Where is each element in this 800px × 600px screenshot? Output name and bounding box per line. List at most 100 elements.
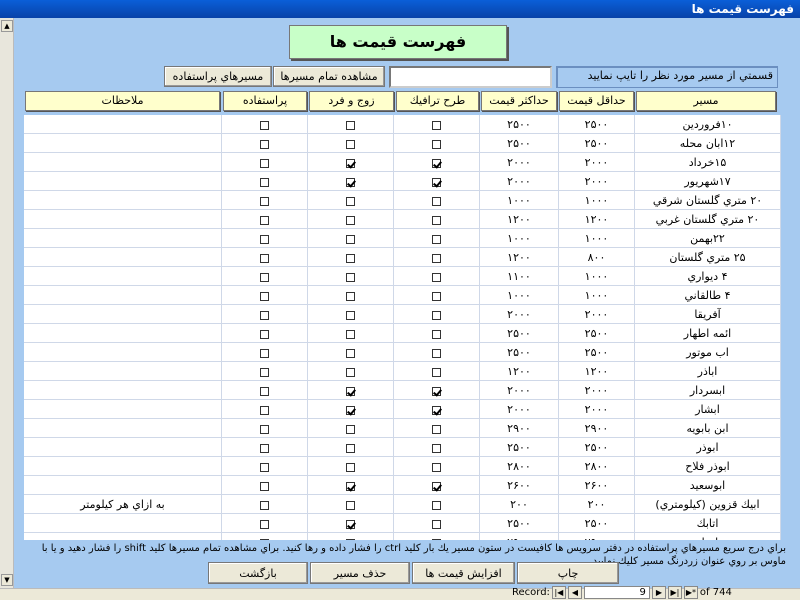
- frequent-checkbox[interactable]: [260, 405, 269, 415]
- evenodd-checkbox[interactable]: [346, 291, 355, 301]
- route-cell[interactable]: ابيك قزوين (كيلومتري): [635, 495, 781, 514]
- route-cell[interactable]: ابوسعيد: [635, 476, 781, 495]
- min-price-cell[interactable]: ۲۸۰۰: [559, 457, 635, 476]
- evenodd-checkbox[interactable]: [346, 462, 355, 472]
- route-cell[interactable]: ۱۲ابان محله: [635, 134, 781, 153]
- min-price-cell[interactable]: ۲۵۰۰: [559, 115, 635, 134]
- delete-route-button[interactable]: حذف مسير: [310, 562, 410, 584]
- route-cell[interactable]: ابوذر فلاح: [635, 457, 781, 476]
- table-row[interactable]: اب موتور ۲۵۰۰ ۲۵۰۰: [24, 343, 781, 362]
- notes-cell[interactable]: [24, 324, 222, 343]
- min-price-cell[interactable]: ۱۰۰۰: [559, 267, 635, 286]
- min-price-cell[interactable]: ۱۰۰۰: [559, 286, 635, 305]
- max-price-cell[interactable]: ۱۰۰۰: [480, 229, 559, 248]
- evenodd-checkbox[interactable]: [346, 272, 355, 282]
- frequent-checkbox[interactable]: [260, 481, 269, 491]
- route-cell[interactable]: ابن بابويه: [635, 419, 781, 438]
- table-row[interactable]: ابيك قزوين (كيلومتري) ۲۰۰ ۲۰۰ به ازاي هر كي…: [24, 495, 781, 514]
- table-row[interactable]: ۴ طالقاني ۱۰۰۰ ۱۰۰۰: [24, 286, 781, 305]
- evenodd-checkbox[interactable]: [346, 500, 355, 510]
- min-price-cell[interactable]: ۲۹۰۰: [559, 419, 635, 438]
- notes-cell[interactable]: به ازاي هر كيلومتر: [24, 495, 222, 514]
- scroll-up-icon[interactable]: ▲: [1, 20, 13, 32]
- evenodd-checkbox[interactable]: [346, 538, 355, 540]
- frequent-checkbox[interactable]: [260, 348, 269, 358]
- notes-cell[interactable]: [24, 381, 222, 400]
- min-price-cell[interactable]: ۲۰۰۰: [559, 400, 635, 419]
- table-row[interactable]: آفريقا ۲۰۰۰ ۲۰۰۰: [24, 305, 781, 324]
- min-price-cell[interactable]: ۲۵۰۰: [559, 438, 635, 457]
- notes-cell[interactable]: [24, 419, 222, 438]
- route-cell[interactable]: ۴ ديواري: [635, 267, 781, 286]
- max-price-cell[interactable]: ۲۵۰۰: [480, 324, 559, 343]
- max-price-cell[interactable]: ۲۵۰۰: [480, 115, 559, 134]
- min-price-cell[interactable]: ۱۰۰۰: [559, 229, 635, 248]
- evenodd-checkbox[interactable]: [346, 139, 355, 149]
- traffic-checkbox[interactable]: [432, 253, 441, 263]
- max-price-cell[interactable]: ۲۰۰۰: [480, 172, 559, 191]
- notes-cell[interactable]: [24, 343, 222, 362]
- evenodd-checkbox[interactable]: [346, 481, 355, 491]
- notes-cell[interactable]: [24, 533, 222, 540]
- max-price-cell[interactable]: ۲۰۰۰: [480, 381, 559, 400]
- notes-cell[interactable]: [24, 362, 222, 381]
- traffic-checkbox[interactable]: [432, 538, 441, 540]
- traffic-checkbox[interactable]: [432, 519, 441, 529]
- min-price-cell[interactable]: ۱۲۰۰: [559, 210, 635, 229]
- notes-cell[interactable]: [24, 115, 222, 134]
- view-all-routes-button[interactable]: مشاهده تمام مسيرها: [273, 66, 385, 87]
- evenodd-checkbox[interactable]: [346, 443, 355, 453]
- scroll-down-icon[interactable]: ▼: [1, 574, 13, 586]
- frequent-checkbox[interactable]: [260, 500, 269, 510]
- table-row[interactable]: ائمه اطهار ۲۵۰۰ ۲۵۰۰: [24, 324, 781, 343]
- notes-cell[interactable]: [24, 400, 222, 419]
- table-row[interactable]: ۲۰ متري گلستان غربي ۱۲۰۰ ۱۲۰۰: [24, 210, 781, 229]
- table-row[interactable]: ۱۵خرداد ۲۰۰۰ ۲۰۰۰: [24, 153, 781, 172]
- frequent-checkbox[interactable]: [260, 329, 269, 339]
- evenodd-checkbox[interactable]: [346, 386, 355, 396]
- notes-cell[interactable]: [24, 514, 222, 533]
- frequent-checkbox[interactable]: [260, 424, 269, 434]
- frequent-checkbox[interactable]: [260, 177, 269, 187]
- previous-record-icon[interactable]: ◀: [567, 585, 582, 599]
- min-price-cell[interactable]: ۲۵۰۰: [559, 514, 635, 533]
- table-row[interactable]: اتحاد۲۹۰۰۲۹۰۰: [24, 533, 781, 540]
- frequent-checkbox[interactable]: [260, 139, 269, 149]
- evenodd-checkbox[interactable]: [346, 177, 355, 187]
- traffic-checkbox[interactable]: [432, 158, 441, 168]
- notes-cell[interactable]: [24, 267, 222, 286]
- traffic-checkbox[interactable]: [432, 443, 441, 453]
- evenodd-checkbox[interactable]: [346, 405, 355, 415]
- traffic-checkbox[interactable]: [432, 405, 441, 415]
- notes-cell[interactable]: [24, 229, 222, 248]
- notes-cell[interactable]: [24, 134, 222, 153]
- new-record-icon[interactable]: ▶*: [683, 585, 698, 599]
- traffic-checkbox[interactable]: [432, 177, 441, 187]
- traffic-checkbox[interactable]: [432, 215, 441, 225]
- frequent-checkbox[interactable]: [260, 462, 269, 472]
- table-row[interactable]: ابوذر فلاح ۲۸۰۰ ۲۸۰۰: [24, 457, 781, 476]
- table-row[interactable]: ۲۲بهمن ۱۰۰۰ ۱۰۰۰: [24, 229, 781, 248]
- traffic-checkbox[interactable]: [432, 386, 441, 396]
- traffic-checkbox[interactable]: [432, 329, 441, 339]
- table-row[interactable]: ابشار ۲۰۰۰ ۲۰۰۰: [24, 400, 781, 419]
- route-cell[interactable]: اتابك: [635, 514, 781, 533]
- table-row[interactable]: ابن بابويه ۲۹۰۰ ۲۹۰۰: [24, 419, 781, 438]
- evenodd-checkbox[interactable]: [346, 234, 355, 244]
- max-price-cell[interactable]: ۲۵۰۰: [480, 438, 559, 457]
- route-cell[interactable]: ۲۵ متري گلستان: [635, 248, 781, 267]
- frequent-checkbox[interactable]: [260, 367, 269, 377]
- max-price-cell[interactable]: ۱۲۰۰: [480, 210, 559, 229]
- evenodd-checkbox[interactable]: [346, 158, 355, 168]
- max-price-cell[interactable]: ۲۹۰۰: [480, 533, 559, 540]
- min-price-cell[interactable]: ۲۰۰۰: [559, 381, 635, 400]
- route-cell[interactable]: ابوذر: [635, 438, 781, 457]
- table-row[interactable]: ابوسعيد ۲۶۰۰ ۲۶۰۰: [24, 476, 781, 495]
- min-price-cell[interactable]: ۲۰۰۰: [559, 305, 635, 324]
- route-cell[interactable]: ۱۵خرداد: [635, 153, 781, 172]
- min-price-cell[interactable]: ۲۶۰۰: [559, 476, 635, 495]
- min-price-cell[interactable]: ۲۵۰۰: [559, 324, 635, 343]
- column-header-route[interactable]: مسير: [636, 91, 776, 111]
- evenodd-checkbox[interactable]: [346, 348, 355, 358]
- min-price-cell[interactable]: ۲۰۰: [559, 495, 635, 514]
